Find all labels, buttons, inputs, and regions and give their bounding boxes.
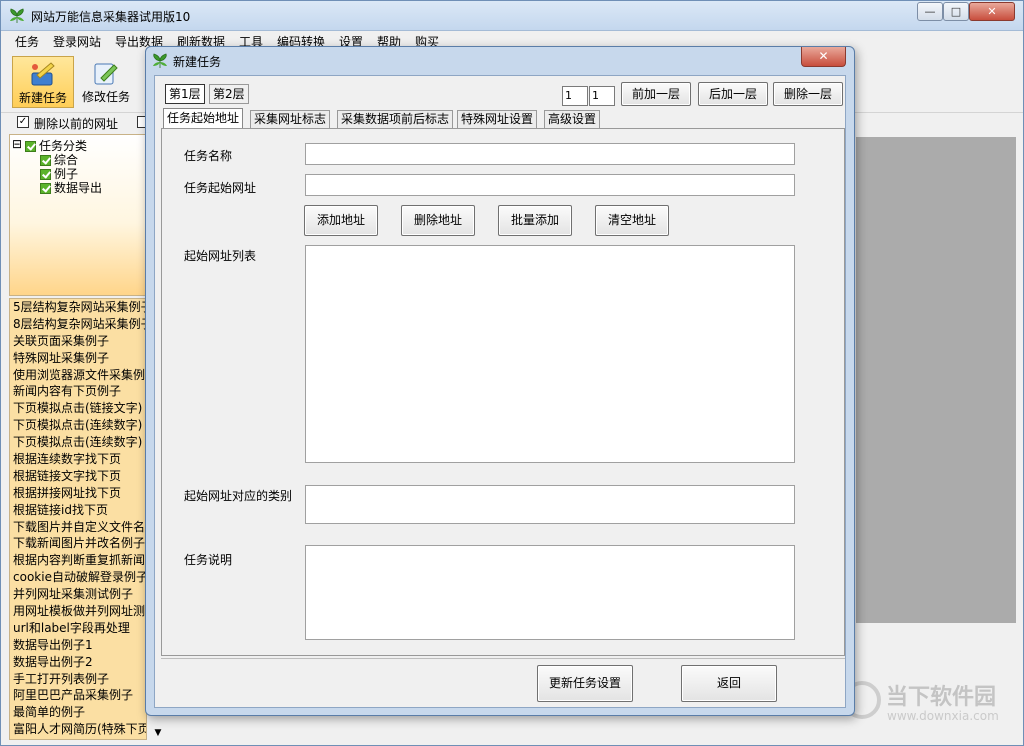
- layer-count-input[interactable]: 1: [562, 86, 588, 106]
- layer-tab-2[interactable]: 第2层: [209, 84, 249, 104]
- example-list-item[interactable]: url和label字段再处理: [10, 620, 146, 637]
- dialog-title: 新建任务: [173, 55, 222, 69]
- example-list-item[interactable]: 阿里巴巴产品采集例子: [10, 687, 146, 704]
- divider: [161, 658, 845, 659]
- option-row: ✓ 删除以前的网址: [1, 113, 161, 133]
- new-task-button[interactable]: 新建任务: [12, 56, 74, 108]
- example-list-item[interactable]: 根据链接id找下页: [10, 502, 146, 519]
- example-task-list: 5层结构复杂网站采集例子 8层结构复杂网站采集例子 关联页面采集例子 特殊网址采集例子…: [9, 298, 147, 740]
- clear-urls-button[interactable]: 清空地址: [595, 205, 669, 236]
- task-description-input[interactable]: [305, 545, 795, 640]
- edit-task-button[interactable]: 修改任务: [75, 56, 137, 108]
- add-layer-before-button[interactable]: 前加一层: [621, 82, 691, 106]
- task-description-label: 任务说明: [184, 553, 233, 567]
- layer-tab-1[interactable]: 第1层: [165, 84, 205, 104]
- main-titlebar: 网站万能信息采集器试用版10 — □ ✕: [1, 1, 1023, 31]
- example-list-item[interactable]: 根据连续数字找下页: [10, 451, 146, 468]
- tree-item-data-export[interactable]: 数据导出: [40, 179, 102, 196]
- example-list-item[interactable]: 新闻内容有下页例子: [10, 383, 146, 400]
- example-list-item[interactable]: 最简单的例子: [10, 704, 146, 721]
- scroll-down-arrow-icon[interactable]: ▼: [151, 726, 165, 740]
- menu-task[interactable]: 任务: [15, 33, 39, 50]
- url-category-label: 起始网址对应的类别: [184, 489, 293, 503]
- edit-task-icon: [94, 63, 118, 85]
- back-button[interactable]: 返回: [681, 665, 777, 702]
- example-list-item[interactable]: 根据拼接网址找下页: [10, 485, 146, 502]
- app-leaf-icon: [10, 8, 24, 23]
- example-list-item[interactable]: 数据导出例子1: [10, 637, 146, 654]
- start-url-label: 任务起始网址: [184, 181, 257, 195]
- checked-icon: [40, 183, 51, 194]
- delete-previous-urls-checkbox[interactable]: ✓: [17, 116, 29, 128]
- tab-url-markers[interactable]: 采集网址标志: [250, 110, 331, 128]
- right-panel-header: [856, 113, 1016, 137]
- example-list-item[interactable]: 特殊网址采集例子: [10, 350, 146, 367]
- example-list-item[interactable]: 下页模拟点击(链接文字): [10, 400, 146, 417]
- example-list-item[interactable]: 手工打开列表例子: [10, 671, 146, 688]
- window-title: 网站万能信息采集器试用版10: [31, 10, 191, 24]
- update-task-settings-button[interactable]: 更新任务设置: [537, 665, 633, 702]
- start-url-input[interactable]: [305, 174, 795, 196]
- example-list-item[interactable]: cookie自动破解登录例子: [10, 569, 146, 586]
- right-panel: [856, 137, 1016, 623]
- example-list-item[interactable]: 使用浏览器源文件采集例: [10, 367, 146, 384]
- dialog-client: 第1层 第2层 1 1 前加一层 后加一层 删除一层 任务起始地址 采集网址标志…: [154, 75, 846, 708]
- example-list-item[interactable]: 用网址模板做并列网址测: [10, 603, 146, 620]
- example-list-item[interactable]: 根据链接文字找下页: [10, 468, 146, 485]
- tab-data-item-markers[interactable]: 采集数据项前后标志: [337, 110, 454, 128]
- example-list-item[interactable]: 根据内容判断重复抓新闻: [10, 552, 146, 569]
- menu-login-site[interactable]: 登录网站: [53, 33, 101, 50]
- checked-icon: [25, 141, 36, 152]
- tree-expander-icon[interactable]: ⊟: [12, 137, 22, 151]
- close-button[interactable]: ✕: [969, 2, 1015, 21]
- example-list-item[interactable]: 下载新闻图片并改名例子: [10, 535, 146, 552]
- new-task-icon: [31, 62, 55, 86]
- task-name-input[interactable]: [305, 143, 795, 165]
- example-list-item[interactable]: 下页模拟点击(连续数字): [10, 417, 146, 434]
- dialog-close-button[interactable]: ✕: [801, 47, 846, 67]
- batch-add-urls-button[interactable]: 批量添加: [498, 205, 572, 236]
- task-category-tree: ⊟ 任务分类 综合 例子 数据导出: [9, 134, 147, 296]
- minimize-button[interactable]: —: [917, 2, 943, 21]
- maximize-button[interactable]: □: [943, 2, 969, 21]
- example-list-item[interactable]: 关联页面采集例子: [10, 333, 146, 350]
- example-list-item[interactable]: 8层结构复杂网站采集例子: [10, 316, 146, 333]
- delete-previous-urls-label: 删除以前的网址: [34, 117, 119, 131]
- example-list-item[interactable]: 富阳人才网简历(特殊下页: [10, 721, 146, 738]
- delete-url-button[interactable]: 删除地址: [401, 205, 475, 236]
- add-layer-after-button[interactable]: 后加一层: [698, 82, 768, 106]
- start-urls-panel: 任务名称 任务起始网址 添加地址 删除地址 批量添加 清空地址 起始网址列表 起…: [161, 128, 845, 656]
- watermark: 当下软件园 www.downxia.com: [841, 677, 1016, 727]
- delete-layer-button[interactable]: 删除一层: [773, 82, 843, 106]
- start-url-list[interactable]: [305, 245, 795, 463]
- dialog-leaf-icon: [153, 53, 167, 68]
- url-list-label: 起始网址列表: [184, 249, 257, 263]
- tab-special-urls[interactable]: 特殊网址设置: [457, 110, 538, 128]
- tab-advanced[interactable]: 高级设置: [544, 110, 601, 128]
- tab-start-urls[interactable]: 任务起始地址: [163, 108, 244, 129]
- new-task-dialog: 新建任务 ✕ 第1层 第2层 1 1 前加一层 后加一层 删除一层 任务起始地址…: [145, 46, 855, 716]
- add-url-button[interactable]: 添加地址: [304, 205, 378, 236]
- example-list-item[interactable]: 5层结构复杂网站采集例子: [10, 299, 146, 316]
- settings-tab-strip: 任务起始地址 采集网址标志 采集数据项前后标志 特殊网址设置 高级设置: [163, 108, 823, 129]
- watermark-url: www.downxia.com: [887, 709, 999, 723]
- example-list-item[interactable]: 并列网址采集测试例子: [10, 586, 146, 603]
- task-name-label: 任务名称: [184, 149, 233, 163]
- watermark-name: 当下软件园: [886, 685, 997, 710]
- example-list-item[interactable]: 下页模拟点击(连续数字): [10, 434, 146, 451]
- layer-index-input[interactable]: 1: [589, 86, 615, 106]
- example-list-item[interactable]: 下载图片并自定义文件名: [10, 519, 146, 536]
- example-list-item[interactable]: 数据导出例子2: [10, 654, 146, 671]
- url-category-input[interactable]: [305, 485, 795, 524]
